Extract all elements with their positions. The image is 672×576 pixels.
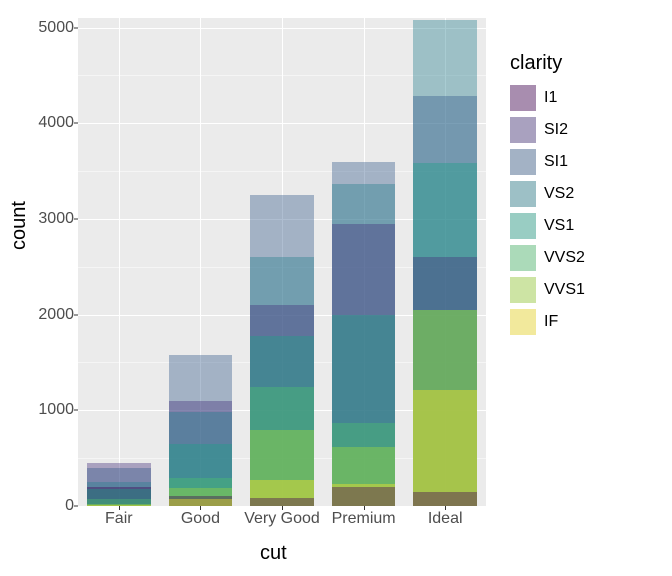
legend-swatch [510,245,536,271]
x-tick-mark [445,506,446,510]
bar-group [169,18,233,506]
legend-label: IF [544,313,558,331]
legend-item: VVS1 [510,277,585,303]
bar-segment [250,498,314,506]
legend-label: I1 [544,89,557,107]
legend-swatch [510,149,536,175]
bar-group [413,18,477,506]
legend-label: VS1 [544,217,574,235]
legend-item: SI1 [510,149,585,175]
legend-label: VVS2 [544,249,585,267]
x-tick-label: Ideal [428,510,463,528]
legend-swatch [510,117,536,143]
plot-background [78,18,486,506]
bar-group [332,18,396,506]
x-tick-label: Very Good [244,510,320,528]
y-tick-mark [74,410,78,411]
legend-item: I1 [510,85,585,111]
legend-title: clarity [510,52,585,75]
bar-segment [169,499,233,506]
legend-item: VVS2 [510,245,585,271]
bar-group [87,18,151,506]
y-tick-label: 0 [14,497,74,515]
bar-segment [413,390,477,506]
legend-swatch [510,85,536,111]
legend-label: VVS1 [544,281,585,299]
x-axis-label: cut [260,542,287,565]
y-tick-label: 4000 [14,114,74,132]
legend-item: VS2 [510,181,585,207]
y-tick-label: 2000 [14,306,74,324]
legend-swatch [510,213,536,239]
legend-label: VS2 [544,185,574,203]
bar-segment [413,492,477,506]
legend: clarity I1 SI2 SI1 VS2 VS1 VVS2 VVS1 IF [510,52,585,341]
y-tick-mark [74,27,78,28]
legend-item: IF [510,309,585,335]
y-tick-label: 5000 [14,19,74,37]
legend-swatch [510,309,536,335]
x-tick-mark [119,506,120,510]
legend-label: SI2 [544,121,568,139]
y-tick-label: 1000 [14,401,74,419]
legend-swatch [510,277,536,303]
x-tick-mark [282,506,283,510]
x-tick-label: Premium [332,510,396,528]
y-tick-mark [74,123,78,124]
legend-label: SI1 [544,153,568,171]
x-tick-label: Good [181,510,220,528]
y-tick-mark [74,314,78,315]
x-tick-mark [364,506,365,510]
legend-item: VS1 [510,213,585,239]
bar-segment [332,487,396,506]
y-tick-mark [74,218,78,219]
chart-container: count cut clarity I1SI2SI1VS2VS1VVS2VVS1… [0,0,672,576]
y-tick-mark [74,506,78,507]
legend-swatch [510,181,536,207]
y-tick-label: 3000 [14,210,74,228]
bar-group [250,18,314,506]
x-tick-mark [200,506,201,510]
legend-item: SI2 [510,117,585,143]
x-tick-label: Fair [105,510,133,528]
